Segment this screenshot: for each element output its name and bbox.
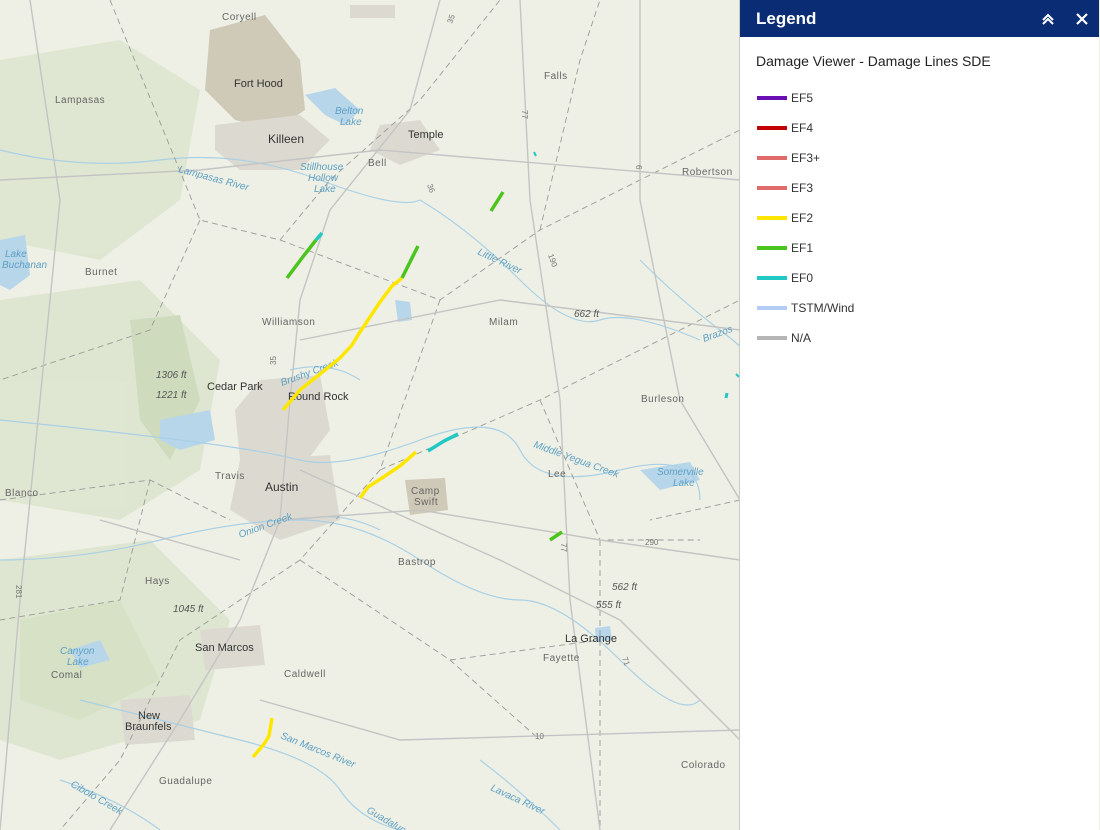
map-label: Blanco (5, 488, 39, 499)
legend-item-label: EF3+ (791, 151, 821, 165)
hwy-label: 6 (634, 165, 643, 170)
map-label: Hays (145, 576, 170, 587)
map-label: Belton Lake (335, 106, 364, 128)
legend-item-label: EF2 (791, 211, 814, 225)
map-label: Fort Hood (234, 78, 283, 90)
map-label: Comal (51, 670, 82, 681)
map-label: 555 ft (596, 600, 622, 611)
legend-item-label: EF5 (791, 91, 814, 105)
map-label: 662 ft (574, 309, 600, 320)
map-label: Burleson (641, 394, 684, 405)
hwy-label: 77 (559, 543, 568, 552)
map-label: Coryell (222, 12, 257, 23)
legend-swatch (757, 96, 787, 100)
legend-item: N/A (740, 323, 1099, 353)
map-label: Killeen (268, 132, 304, 146)
legend-item-label: EF3 (791, 181, 814, 195)
legend-swatch (757, 216, 787, 220)
map-label: Colorado (681, 760, 726, 771)
legend-item: EF5 (740, 83, 1099, 113)
legend-title: Legend (756, 8, 817, 28)
close-icon[interactable] (1065, 0, 1099, 37)
map-label: Burnet (85, 267, 117, 278)
map-label: Bastrop (398, 557, 436, 568)
map-label: Travis (215, 471, 245, 482)
legend-header: Legend (740, 0, 1099, 37)
legend-item: EF4 (740, 113, 1099, 143)
legend-item-label: N/A (791, 331, 812, 345)
legend-item: EF2 (740, 203, 1099, 233)
map-label: Temple (408, 129, 443, 141)
hwy-label: 10 (535, 732, 544, 741)
map-label: Williamson (262, 317, 315, 328)
map-label: Bell (368, 158, 387, 169)
map-label: Lee (548, 469, 566, 480)
map-label: 1045 ft (173, 604, 205, 615)
legend-swatch (757, 126, 787, 130)
map-label: Lampasas (55, 95, 105, 106)
map-label: Guadalupe (159, 776, 212, 787)
map-label: Austin (265, 480, 298, 494)
legend-swatch (757, 276, 787, 280)
map-label: San Marcos (195, 642, 254, 654)
legend-item: TSTM/Wind (740, 293, 1099, 323)
map-label: Camp Swift (411, 486, 440, 508)
hwy-label: 290 (645, 538, 659, 547)
hwy-label: 281 (14, 585, 23, 599)
hwy-label: 77 (520, 110, 529, 119)
legend-swatch (757, 246, 787, 250)
map-label: Milam (489, 317, 518, 328)
legend-item: EF3 (740, 173, 1099, 203)
legend-item-label: EF4 (791, 121, 814, 135)
legend-item-label: EF0 (791, 271, 814, 285)
legend-swatch (757, 306, 787, 310)
map-label: Fayette (543, 653, 580, 664)
legend-layer-title: Damage Viewer - Damage Lines SDE (756, 53, 991, 69)
map-label: La Grange (565, 633, 617, 645)
legend-swatch (757, 156, 787, 160)
map-label: 562 ft (612, 582, 638, 593)
legend-item: EF3+ (740, 143, 1099, 173)
legend-swatch (757, 336, 787, 340)
legend-item-label: EF1 (791, 241, 814, 255)
hwy-label: 35 (269, 356, 278, 365)
map-label: Cedar Park (207, 381, 263, 393)
legend-item-label: TSTM/Wind (791, 301, 855, 315)
map-label: Falls (544, 71, 568, 82)
legend-item: EF1 (740, 233, 1099, 263)
legend-panel: Legend Damage Viewer - Damage Lines SDE … (739, 0, 1099, 830)
map-label: 1221 ft (156, 390, 188, 401)
double-chevron-up-icon[interactable] (1031, 0, 1065, 37)
map-label: Caldwell (284, 669, 326, 680)
legend-items: EF5 EF4 EF3+ EF3 EF2 EF1 EF0 TSTM/Wind N/A (740, 83, 1099, 353)
map-label: Robertson (682, 167, 733, 178)
legend-item: EF0 (740, 263, 1099, 293)
legend-swatch (757, 186, 787, 190)
ef0-damage-track[interactable] (724, 392, 729, 399)
map-label: 1306 ft (156, 370, 188, 381)
